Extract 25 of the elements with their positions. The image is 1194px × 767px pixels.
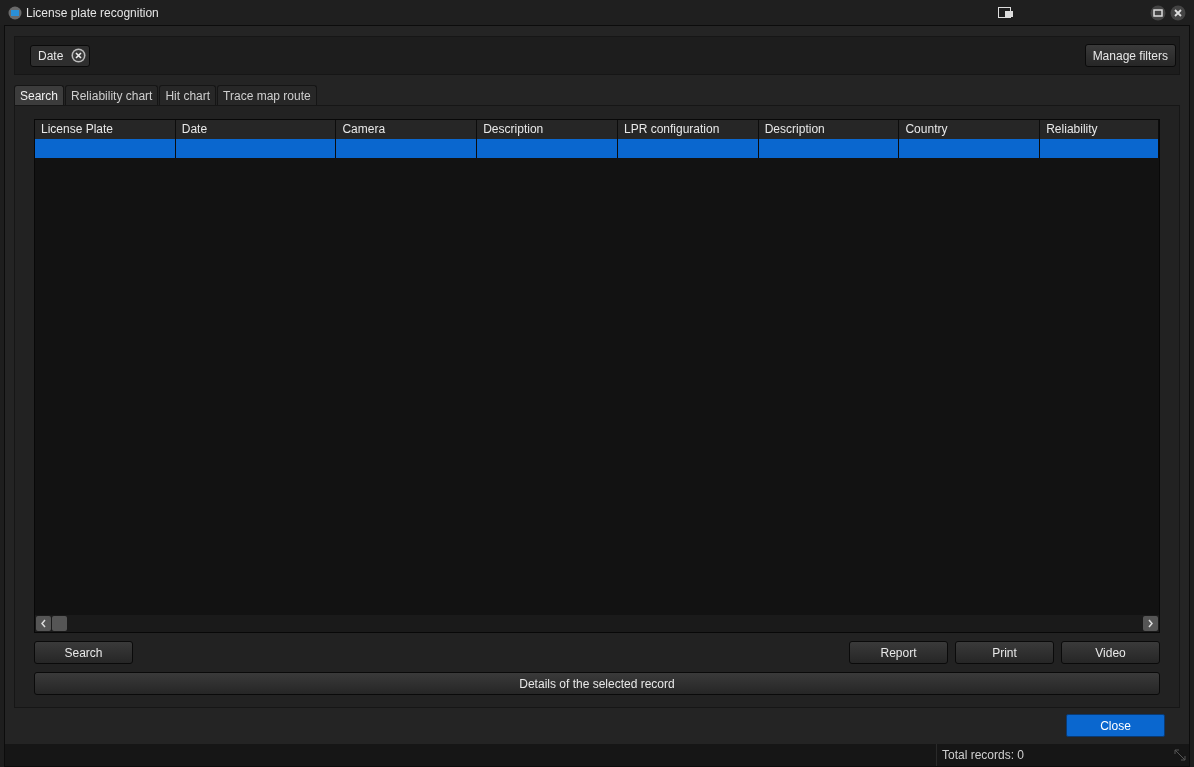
scroll-left-icon[interactable]	[36, 616, 51, 631]
manage-filters-button[interactable]: Manage filters	[1084, 44, 1176, 67]
window-title: License plate recognition	[26, 4, 159, 22]
scrollbar-thumb[interactable]	[52, 616, 67, 631]
filter-chip[interactable]: Date	[30, 44, 91, 67]
resize-grip-icon[interactable]	[1174, 749, 1186, 761]
action-button[interactable]: Print	[955, 641, 1054, 664]
action-button[interactable]: Report	[849, 641, 948, 664]
tab[interactable]: Hit chart	[159, 85, 217, 105]
details-button[interactable]: Details of the selected record	[34, 672, 1160, 695]
horizontal-scrollbar[interactable]	[35, 615, 1159, 632]
tab[interactable]: Search	[14, 85, 65, 105]
minimize-icon[interactable]	[1150, 4, 1166, 21]
tab[interactable]: Trace map route	[217, 85, 317, 105]
tab[interactable]: Reliability chart	[65, 85, 159, 105]
filter-label: Date	[38, 47, 64, 65]
app-icon	[8, 5, 22, 20]
close-button[interactable]: Close	[1066, 714, 1165, 737]
total-records: Total records: 0	[942, 747, 1025, 764]
window-restore-icon[interactable]	[998, 6, 1014, 19]
scroll-right-icon[interactable]	[1143, 616, 1158, 631]
action-button[interactable]: Video	[1061, 641, 1160, 664]
remove-icon[interactable]	[71, 48, 87, 63]
close-icon[interactable]	[1170, 4, 1186, 21]
search-button[interactable]: Search	[34, 641, 133, 664]
